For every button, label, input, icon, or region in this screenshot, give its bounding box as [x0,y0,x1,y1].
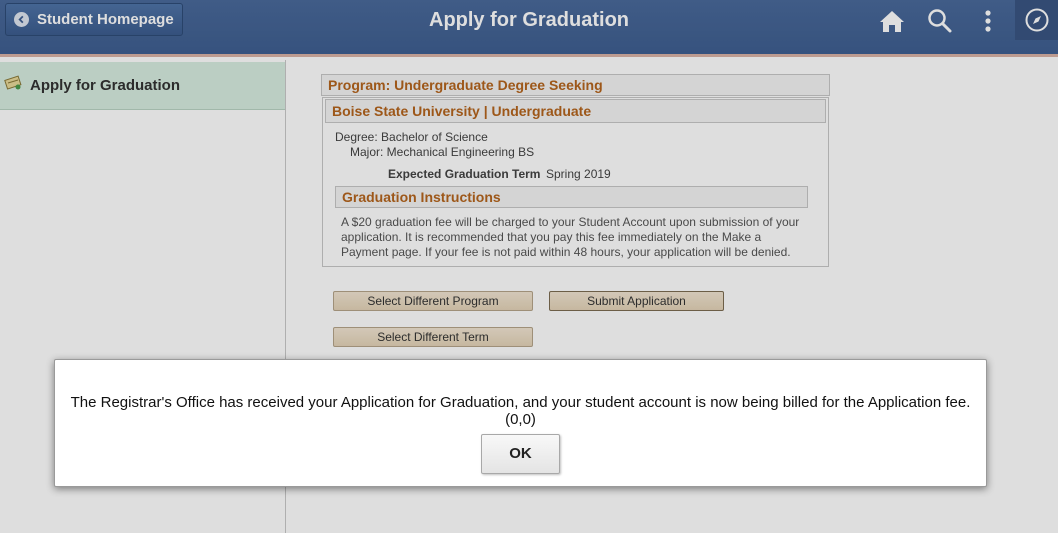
app-root: Student Homepage Apply for Graduation Ap… [0,0,1058,533]
ok-button[interactable]: OK [481,434,560,474]
confirmation-dialog: The Registrar's Office has received your… [54,359,987,487]
dialog-message: The Registrar's Office has received your… [70,394,971,428]
